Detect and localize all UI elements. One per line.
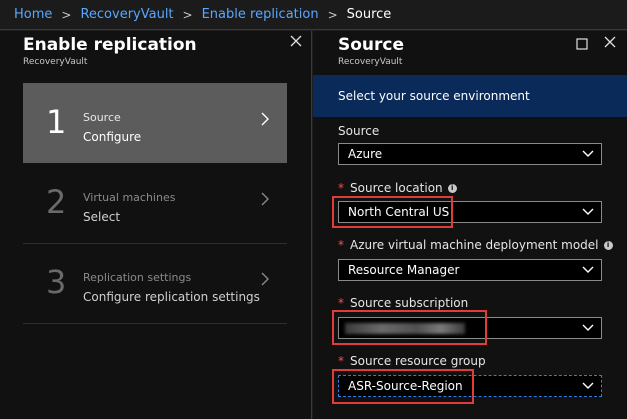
resource-group-label: * Source resource group [338,354,486,368]
source-value: Azure [348,147,383,161]
blade-subtitle: RecoveryVault [23,57,88,67]
breadcrumb-home[interactable]: Home [14,7,52,22]
deployment-model-label: * Azure virtual machine deployment model i [338,238,613,252]
maximize-icon[interactable] [576,35,588,54]
step-number: 2 [46,183,67,221]
required-asterisk: * [338,296,344,310]
annotation-highlight-resource-group [332,369,474,404]
blade-title: Enable replication [23,35,197,55]
source-blade: Source RecoveryVault Select your source … [313,31,627,419]
chevron-down-icon [582,376,594,403]
close-icon[interactable] [603,34,617,53]
step-virtual-machines[interactable]: 2 Virtual machines Select [23,163,287,243]
step-action: Configure [83,130,142,144]
instruction-banner: Select your source environment [313,75,627,117]
chevron-down-icon [582,318,594,345]
chevron-right-icon [260,111,270,132]
step-action: Select [83,210,121,224]
subscription-label: * Source subscription [338,296,469,310]
breadcrumb-chevron-icon: > [327,7,338,22]
breadcrumb-current: Source [346,7,392,22]
step-divider [23,323,287,324]
source-label: Source [338,124,380,138]
source-location-label: * Source location i [338,181,457,195]
deployment-model-value: Resource Manager [348,263,460,277]
step-title: Replication settings [83,271,192,284]
blade-title: Source [338,35,405,55]
step-source[interactable]: 1 Source Configure [23,83,287,163]
breadcrumb-recoveryvault[interactable]: RecoveryVault [80,7,173,22]
step-action: Configure replication settings [83,290,260,304]
step-number: 3 [46,263,67,301]
breadcrumb-enable-replication[interactable]: Enable replication [202,7,319,22]
step-title: Virtual machines [83,191,176,204]
close-icon[interactable] [289,33,303,52]
annotation-highlight-subscription [332,310,487,345]
chevron-right-icon [260,191,270,212]
breadcrumb: Home > RecoveryVault > Enable replicatio… [0,0,627,30]
chevron-down-icon [582,260,594,287]
blade-subtitle: RecoveryVault [338,57,403,67]
info-icon[interactable]: i [603,241,613,250]
chevron-down-icon [582,202,594,229]
info-icon[interactable]: i [447,184,457,193]
required-asterisk: * [338,181,344,195]
required-asterisk: * [338,354,344,368]
chevron-down-icon [582,144,594,171]
breadcrumb-chevron-icon: > [61,7,72,22]
breadcrumb-chevron-icon: > [182,7,193,22]
deployment-model-select[interactable]: Resource Manager [338,259,602,281]
enable-replication-blade: Enable replication RecoveryVault 1 Sourc… [0,31,312,419]
step-replication-settings[interactable]: 3 Replication settings Configure replica… [23,243,287,323]
step-title: Source [83,111,121,124]
required-asterisk: * [338,238,344,252]
source-select[interactable]: Azure [338,143,602,165]
step-number: 1 [46,103,67,141]
annotation-highlight-location [332,196,453,228]
chevron-right-icon [260,271,270,292]
